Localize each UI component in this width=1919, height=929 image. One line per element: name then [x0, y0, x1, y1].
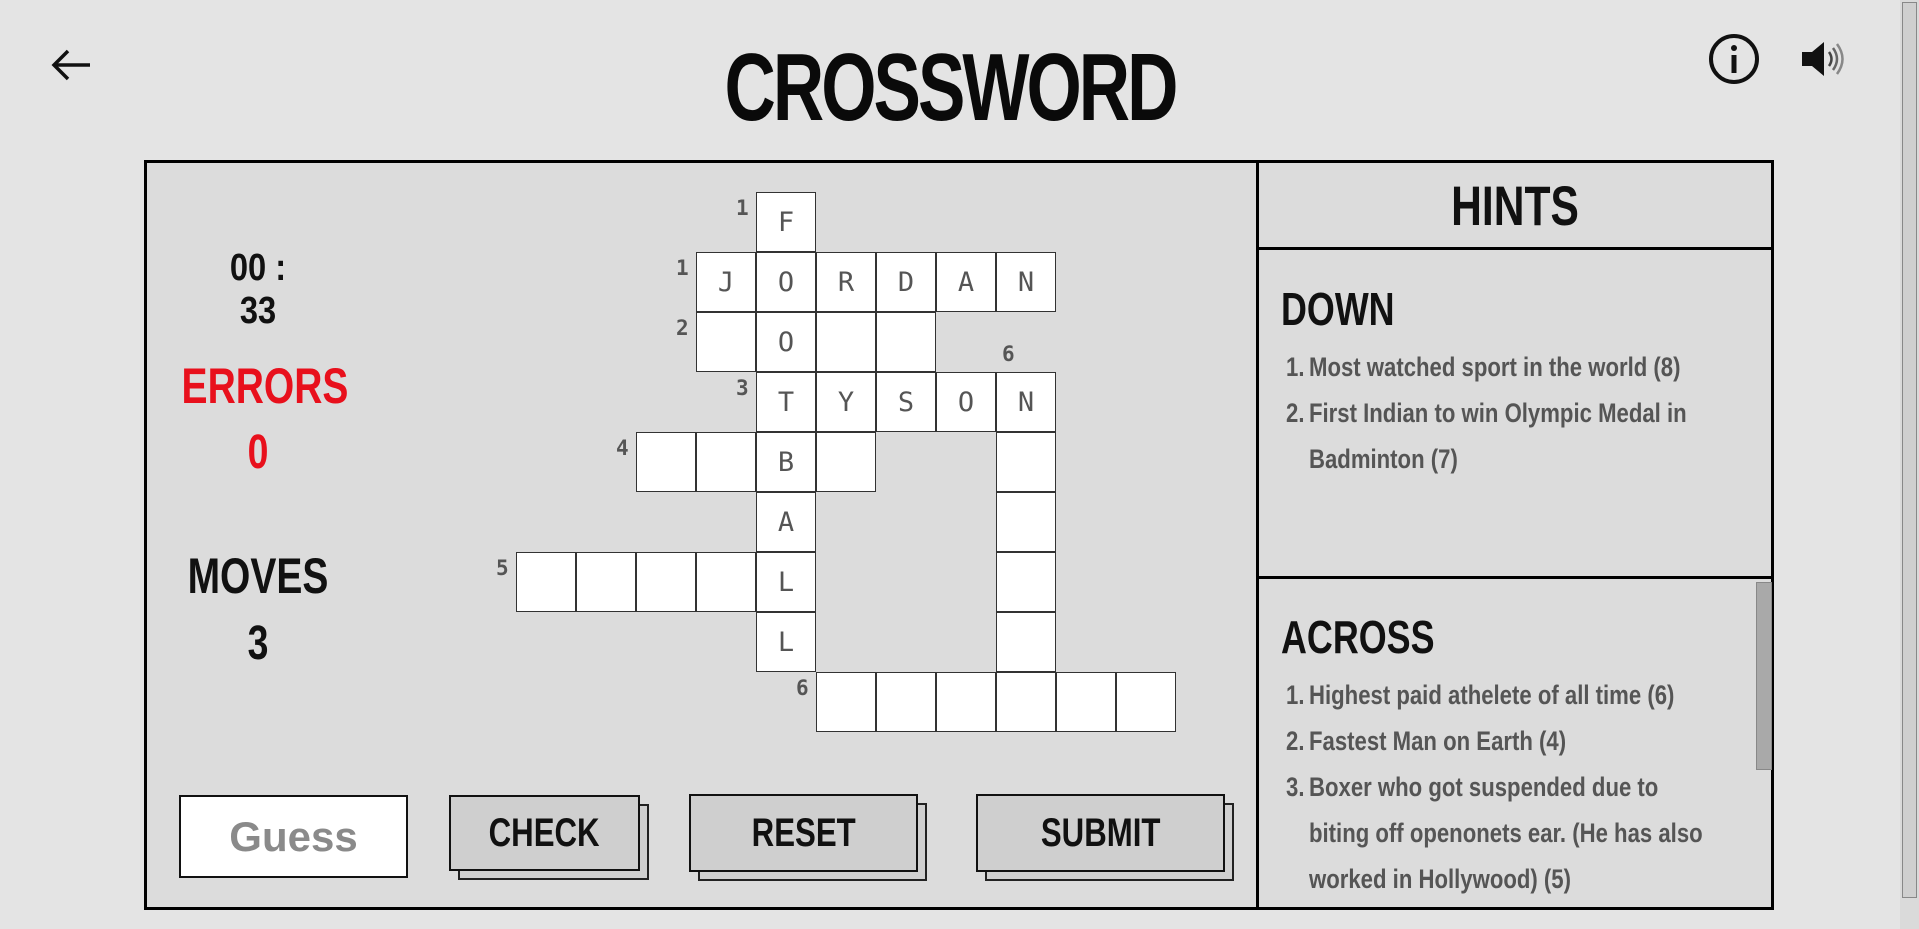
grid-cell[interactable]: R: [816, 252, 876, 312]
grid-cell[interactable]: N: [996, 252, 1056, 312]
grid-cell[interactable]: [816, 672, 876, 732]
reset-button[interactable]: RESET: [689, 794, 918, 872]
clue-number: 6: [796, 676, 809, 700]
grid-cell[interactable]: L: [756, 612, 816, 672]
clue-text: Fastest Man on Earth (4): [1309, 726, 1567, 756]
down-heading: DOWN: [1281, 283, 1395, 335]
clue-number: 1: [736, 196, 749, 220]
clue-text: Boxer who got suspended due to: [1309, 772, 1659, 802]
clue-text: Badminton (7): [1309, 444, 1458, 474]
grid-cell[interactable]: D: [876, 252, 936, 312]
reset-button-wrap: RESET: [689, 794, 927, 881]
hints-separator: [1259, 576, 1771, 579]
grid-cell[interactable]: S: [876, 372, 936, 432]
clue-item-number: 2.: [1286, 398, 1305, 428]
clue-number: 4: [616, 436, 629, 460]
reset-button-label: RESET: [751, 810, 856, 855]
clue-item-number: 3.: [1286, 772, 1305, 802]
grid-cell[interactable]: [576, 552, 636, 612]
grid-cell[interactable]: N: [996, 372, 1056, 432]
panel-divider: [1256, 160, 1259, 910]
grid-cell[interactable]: [876, 672, 936, 732]
grid-cell[interactable]: A: [756, 492, 816, 552]
moves-count: 3: [247, 617, 269, 670]
guess-input[interactable]: [179, 795, 408, 878]
grid-cell[interactable]: Y: [816, 372, 876, 432]
hints-title: HINTS: [1259, 163, 1771, 250]
grid-cell[interactable]: [516, 552, 576, 612]
hints-title-text: HINTS: [1451, 173, 1579, 237]
clue-text: worked in Hollywood) (5): [1309, 864, 1572, 894]
grid-cell[interactable]: [996, 672, 1056, 732]
hints-scrollbar-thumb[interactable]: [1756, 582, 1772, 770]
sound-button[interactable]: [1800, 36, 1846, 82]
clue-text: Highest paid athelete of all time (6): [1309, 680, 1675, 710]
back-button[interactable]: [48, 44, 96, 86]
grid-cell[interactable]: [936, 672, 996, 732]
grid-cell[interactable]: [696, 432, 756, 492]
clue-text: biting off openonets ear. (He has also: [1309, 818, 1703, 848]
info-button[interactable]: [1708, 33, 1760, 85]
speaker-icon: [1802, 42, 1844, 76]
grid-cell[interactable]: [876, 312, 936, 372]
grid-cell[interactable]: [816, 312, 876, 372]
clue-item-number: 2.: [1286, 726, 1305, 756]
moves-label: MOVES: [187, 548, 329, 604]
grid-cell[interactable]: [996, 612, 1056, 672]
clue-number: 3: [736, 376, 749, 400]
grid-cell[interactable]: [636, 552, 696, 612]
info-circle-icon: [1709, 34, 1759, 84]
clue-item-number: 1.: [1286, 352, 1305, 382]
grid-cell[interactable]: [1116, 672, 1176, 732]
grid-cell[interactable]: B: [756, 432, 816, 492]
check-button-wrap: CHECK: [449, 795, 649, 880]
clue-item: 3. Boxer who got suspended due to biting o…: [1286, 764, 1703, 902]
clue-number: 6: [1002, 342, 1015, 366]
clue-number: 5: [496, 556, 509, 580]
grid-cell[interactable]: [696, 552, 756, 612]
submit-button-label: SUBMIT: [1040, 810, 1161, 855]
clue-text: First Indian to win Olympic Medal in: [1309, 398, 1687, 428]
grid-cell[interactable]: [816, 432, 876, 492]
arrow-left-icon: [51, 49, 90, 81]
clue-number: 2: [676, 316, 689, 340]
clue-item-number: 1.: [1286, 680, 1305, 710]
grid-cell[interactable]: [996, 552, 1056, 612]
grid-cell[interactable]: O: [936, 372, 996, 432]
page-scrollbar-thumb[interactable]: [1902, 2, 1917, 898]
check-button-label: CHECK: [489, 810, 600, 855]
grid-cell[interactable]: [696, 312, 756, 372]
grid-cell[interactable]: [996, 432, 1056, 492]
grid-cell[interactable]: [996, 492, 1056, 552]
across-heading: ACROSS: [1281, 611, 1435, 663]
grid-cell[interactable]: [636, 432, 696, 492]
clue-text: Most watched sport in the world (8): [1309, 352, 1681, 382]
check-button[interactable]: CHECK: [449, 795, 640, 871]
grid-cell[interactable]: J: [696, 252, 756, 312]
page-title: CROSSWORD: [724, 34, 1179, 141]
grid-cell[interactable]: O: [756, 252, 816, 312]
grid-cell[interactable]: [1056, 672, 1116, 732]
submit-button-wrap: SUBMIT: [976, 794, 1234, 881]
clue-item: 1. Most watched sport in the world (8): [1286, 344, 1681, 390]
errors-label: ERRORS: [181, 358, 349, 414]
clue-item: 1. Highest paid athelete of all time (6): [1286, 672, 1675, 718]
clue-item: 2. First Indian to win Olympic Medal in Ba…: [1286, 390, 1687, 482]
grid-cell[interactable]: T: [756, 372, 816, 432]
errors-count: 0: [247, 426, 269, 479]
grid-cell[interactable]: O: [756, 312, 816, 372]
clue-number: 1: [676, 256, 689, 280]
submit-button[interactable]: SUBMIT: [976, 794, 1225, 872]
grid-cell[interactable]: A: [936, 252, 996, 312]
grid-cell[interactable]: F: [756, 192, 816, 252]
grid-cell[interactable]: L: [756, 552, 816, 612]
timer: 00 : 33: [229, 247, 287, 332]
clue-item: 2. Fastest Man on Earth (4): [1286, 718, 1567, 764]
